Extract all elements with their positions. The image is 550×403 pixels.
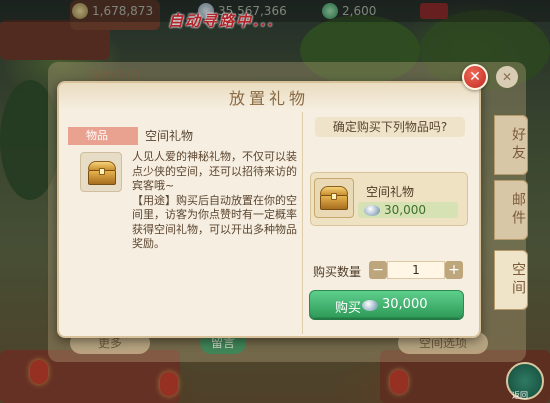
tab-mail[interactable]: 邮件 — [494, 180, 528, 240]
tab-space[interactable]: 空间 — [494, 250, 528, 310]
item-thumbnail — [80, 152, 122, 192]
increase-quantity-button[interactable]: + — [445, 261, 463, 279]
buy-button[interactable]: 购买 30,000 — [309, 290, 464, 318]
tab-friends[interactable]: 好友 — [494, 115, 528, 175]
home-label: 返回 — [512, 391, 528, 400]
silver-ingot-icon — [362, 300, 378, 311]
quantity-input[interactable]: 1 — [387, 261, 445, 279]
item-description: 人见人爱的神秘礼物，不仅可以装点少侠的空间，还可以招待来访的宾客哦~ 【用途】购… — [132, 150, 300, 252]
auto-pathfinding-status: 自动寻路中... — [168, 12, 275, 30]
treasure-chest-icon — [320, 186, 348, 210]
silver-ingot-icon — [364, 205, 380, 216]
panel-divider — [302, 112, 303, 334]
buy-price: 30,000 — [382, 297, 428, 312]
description-text: 人见人爱的神秘礼物，不仅可以装点少侠的空间，还可以招待来访的宾客哦~ — [132, 150, 297, 192]
decrease-quantity-button[interactable]: − — [369, 261, 387, 279]
close-icon[interactable]: ✕ — [462, 64, 488, 90]
treasure-chest-icon — [88, 161, 116, 185]
purchase-item-name: 空间礼物 — [366, 185, 415, 199]
background-close-icon: ✕ — [496, 66, 518, 88]
item-price: 30,000 — [384, 203, 426, 217]
buy-label: 购买 — [335, 301, 362, 316]
item-tag: 物品 — [68, 127, 138, 145]
confirm-purchase-label: 确定购买下列物品吗? — [315, 117, 465, 137]
usage-text: 【用途】购买后自动放置在你的空间里，访客为你点赞时有一定概率获得空间礼物，可以开… — [132, 193, 297, 251]
quantity-label: 购买数量 — [313, 265, 362, 279]
purchase-item-thumbnail — [314, 178, 354, 218]
dialog-title: 放置礼物 — [228, 89, 309, 108]
item-name: 空间礼物 — [145, 129, 194, 143]
